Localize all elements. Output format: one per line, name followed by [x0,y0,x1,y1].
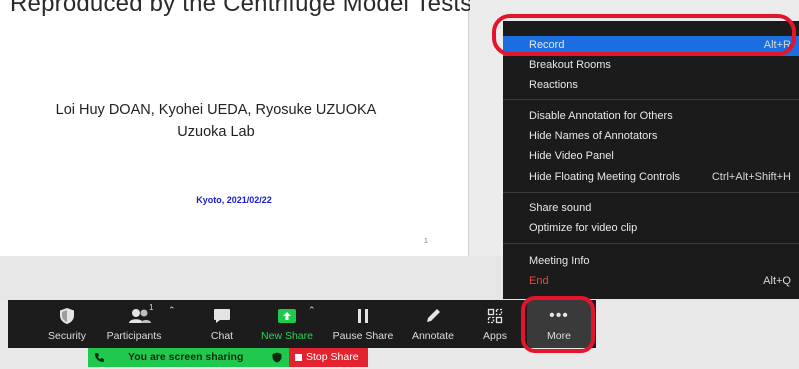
participants-button[interactable]: 1 ⌃ Participants [100,300,180,348]
participant-count: 1 [149,303,154,312]
menu-divider [503,192,799,193]
sharing-status: You are screen sharing [88,348,289,367]
menu-item-hide-floating-controls[interactable]: Hide Floating Meeting Controls Ctrl+Alt+… [503,168,799,188]
menu-item-label: End [529,275,549,287]
shared-slide: Reproduced by the Centrifuge Model Tests… [0,0,486,257]
stop-square-icon [295,354,302,361]
more-highlight-annotation [521,296,595,353]
menu-item-hide-annotator-names[interactable]: Hide Names of Annotators [503,127,799,147]
shield-small-icon [272,352,282,363]
pause-icon [358,309,368,323]
menu-item-label: Disable Annotation for Others [529,110,673,122]
pen-icon [427,309,440,322]
menu-item-disable-annotation[interactable]: Disable Annotation for Others [503,107,799,127]
record-highlight-annotation [492,14,796,56]
menu-item-label: Hide Names of Annotators [529,130,658,142]
annotate-label: Annotate [411,330,455,342]
menu-item-label: Optimize for video clip [529,222,638,234]
menu-item-shortcut: Alt+Q [763,275,791,287]
slide-title: Reproduced by the Centrifuge Model Tests… [10,0,487,17]
menu-item-end[interactable]: End Alt+Q [503,272,799,292]
chat-label: Chat [210,330,234,342]
shield-icon [60,308,74,324]
new-share-label: New Share [261,330,313,342]
more-menu: Record Alt+R Breakout Rooms Reactions Di… [503,21,799,299]
menu-item-label: Reactions [529,79,578,91]
menu-item-label: Share sound [529,202,592,214]
apps-button[interactable]: Apps [470,300,520,348]
participants-label: Participants [106,330,162,342]
new-share-button[interactable]: ⌃ New Share [256,300,318,348]
slide-lab: Uzuoka Lab [177,124,255,140]
menu-item-label: Meeting Info [529,255,590,267]
chat-button[interactable]: Chat [196,300,248,348]
apps-icon [487,308,503,324]
menu-item-share-sound[interactable]: Share sound [503,199,799,219]
chevron-up-icon[interactable]: ⌃ [308,305,316,316]
annotate-button[interactable]: Annotate [404,300,462,348]
menu-divider [503,99,799,100]
pause-share-button[interactable]: Pause Share [330,300,396,348]
menu-item-optimize-video[interactable]: Optimize for video clip [503,219,799,239]
stop-share-button[interactable]: Stop Share [289,348,368,367]
chat-icon [214,309,230,323]
menu-divider [503,243,799,244]
menu-item-reactions[interactable]: Reactions [503,76,799,96]
share-up-arrow-icon [278,309,296,323]
stop-share-label: Stop Share [306,351,359,363]
menu-item-label: Hide Video Panel [529,150,614,162]
sharing-status-text: You are screen sharing [128,351,244,363]
chevron-up-icon[interactable]: ⌃ [168,305,176,316]
phone-icon [95,353,104,362]
apps-label: Apps [483,330,507,342]
menu-item-hide-video-panel[interactable]: Hide Video Panel [503,147,799,167]
slide-date: Kyoto, 2021/02/22 [196,195,272,205]
meeting-toolbar: Security 1 ⌃ Participants Chat ⌃ New Sha… [8,300,596,348]
menu-item-label: Breakout Rooms [529,59,611,71]
menu-item-breakout-rooms[interactable]: Breakout Rooms [503,56,799,76]
slide-page-number: 1 [424,238,428,245]
menu-item-meeting-info[interactable]: Meeting Info [503,252,799,272]
menu-item-shortcut: Ctrl+Alt+Shift+H [711,171,791,183]
slide-authors: Loi Huy DOAN, Kyohei UEDA, Ryosuke UZUOK… [55,102,377,118]
menu-item-label: Hide Floating Meeting Controls [529,171,681,183]
pause-share-label: Pause Share [332,330,394,342]
